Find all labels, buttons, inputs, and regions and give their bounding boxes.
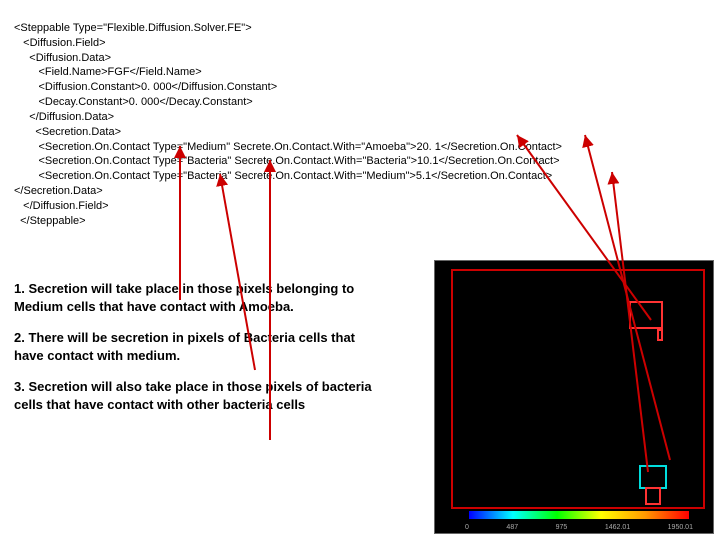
tick-label: 0 (465, 524, 469, 531)
code-line: <Diffusion.Constant>0. 000</Diffusion.Co… (14, 81, 277, 93)
explanation-item: 1. Secretion will take place in those pi… (14, 280, 374, 315)
explanation-item: 3. Secretion will also take place in tho… (14, 378, 374, 413)
simulation-grid (451, 269, 705, 509)
color-scale-bar (469, 511, 689, 519)
code-line: </Steppable> (14, 215, 86, 227)
code-line: </Diffusion.Field> (14, 200, 109, 212)
code-line: <Steppable Type="Flexible.Diffusion.Solv… (14, 22, 252, 34)
tick-label: 1462.01 (605, 524, 630, 531)
explanation-item: 2. There will be secretion in pixels of … (14, 329, 374, 364)
tick-label: 487 (506, 524, 518, 531)
code-line: <Field.Name>FGF</Field.Name> (14, 66, 202, 78)
code-line: <Secretion.Data> (14, 126, 121, 138)
tick-label: 1950.01 (668, 524, 693, 531)
bacteria-cell-shape (639, 465, 667, 489)
explanation-list: 1. Secretion will take place in those pi… (14, 280, 374, 427)
amoeba-tail-shape (657, 329, 663, 341)
code-line: <Diffusion.Field> (14, 37, 106, 49)
code-line: </Diffusion.Data> (14, 111, 114, 123)
simulation-viewport: 0 487 975 1462.01 1950.01 (434, 260, 714, 534)
code-line: <Diffusion.Data> (14, 52, 111, 64)
tick-label: 975 (556, 524, 568, 531)
bacteria-cell-shape (645, 487, 661, 505)
code-line: <Secretion.On.Contact Type="Bacteria" Se… (14, 155, 560, 167)
code-line: <Secretion.On.Contact Type="Bacteria" Se… (14, 170, 552, 182)
code-line: <Decay.Constant>0. 000</Decay.Constant> (14, 96, 253, 108)
code-line: <Secretion.On.Contact Type="Medium" Secr… (14, 141, 562, 153)
color-scale-ticks: 0 487 975 1462.01 1950.01 (465, 524, 693, 531)
amoeba-cell-shape (629, 301, 663, 329)
code-line: </Secretion.Data> (14, 185, 103, 197)
xml-code-block: <Steppable Type="Flexible.Diffusion.Solv… (14, 6, 562, 229)
